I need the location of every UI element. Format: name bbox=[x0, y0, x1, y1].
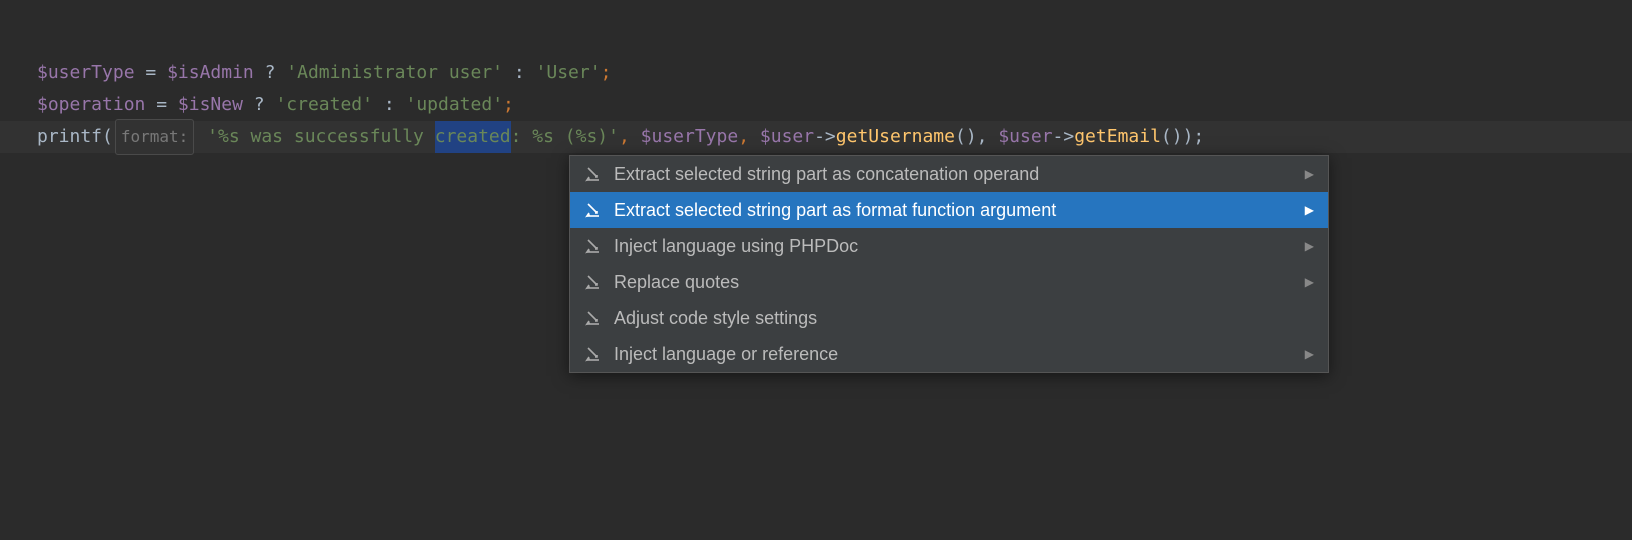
variable: $user bbox=[998, 121, 1052, 153]
arrow-operator: -> bbox=[814, 121, 836, 153]
variable: $userType bbox=[641, 121, 739, 153]
code-editor[interactable]: $userType = $isAdmin ? 'Administrator us… bbox=[0, 0, 1632, 153]
operator: = bbox=[135, 57, 168, 89]
submenu-arrow-icon: ▶ bbox=[1305, 275, 1314, 289]
variable: $isNew bbox=[178, 89, 243, 121]
string-literal: 'Administrator user' bbox=[286, 57, 503, 89]
operator: : bbox=[373, 89, 406, 121]
intention-action-label: Adjust code style settings bbox=[614, 308, 1314, 329]
submenu-arrow-icon: ▶ bbox=[1305, 239, 1314, 253]
intention-pencil-icon bbox=[584, 308, 604, 328]
paren: ( bbox=[102, 121, 113, 153]
intention-action-label: Inject language using PHPDoc bbox=[614, 236, 1285, 257]
method-name: getUsername bbox=[836, 121, 955, 153]
operator: ? bbox=[254, 57, 287, 89]
intention-pencil-icon bbox=[584, 236, 604, 256]
intention-action-label: Inject language or reference bbox=[614, 344, 1285, 365]
comma: , bbox=[619, 121, 641, 153]
code-line-2[interactable]: $operation = $isNew ? 'created' : 'updat… bbox=[0, 89, 1632, 121]
submenu-arrow-icon: ▶ bbox=[1305, 167, 1314, 181]
call-parens: (), bbox=[955, 121, 998, 153]
string-literal: : %s (%s)' bbox=[511, 121, 619, 153]
code-line-1[interactable]: $userType = $isAdmin ? 'Administrator us… bbox=[0, 57, 1632, 89]
intention-action-label: Extract selected string part as format f… bbox=[614, 200, 1285, 221]
semicolon: ; bbox=[503, 89, 514, 121]
intention-action-item[interactable]: Replace quotes ▶ bbox=[570, 264, 1328, 300]
intention-pencil-icon bbox=[584, 272, 604, 292]
intention-action-item[interactable]: Inject language using PHPDoc ▶ bbox=[570, 228, 1328, 264]
semicolon: ; bbox=[601, 57, 612, 89]
submenu-arrow-icon: ▶ bbox=[1305, 203, 1314, 217]
intention-action-label: Replace quotes bbox=[614, 272, 1285, 293]
intention-pencil-icon bbox=[584, 164, 604, 184]
variable: $userType bbox=[37, 57, 135, 89]
parameter-hint: format: bbox=[115, 119, 194, 155]
intention-action-label: Extract selected string part as concaten… bbox=[614, 164, 1285, 185]
intention-action-item[interactable]: Extract selected string part as concaten… bbox=[570, 156, 1328, 192]
operator: = bbox=[145, 89, 178, 121]
function-name: printf bbox=[37, 121, 102, 153]
operator: ? bbox=[243, 89, 276, 121]
string-literal: 'updated' bbox=[406, 89, 504, 121]
arrow-operator: -> bbox=[1053, 121, 1075, 153]
comma: , bbox=[738, 121, 760, 153]
intention-action-item[interactable]: Extract selected string part as format f… bbox=[570, 192, 1328, 228]
variable: $user bbox=[760, 121, 814, 153]
string-literal: '%s was successfully bbox=[207, 121, 435, 153]
string-literal: 'User' bbox=[536, 57, 601, 89]
variable: $isAdmin bbox=[167, 57, 254, 89]
code-line-3-active[interactable]: printf(format: '%s was successfully crea… bbox=[0, 121, 1632, 153]
variable: $operation bbox=[37, 89, 145, 121]
submenu-arrow-icon: ▶ bbox=[1305, 347, 1314, 361]
intention-action-item[interactable]: Adjust code style settings bbox=[570, 300, 1328, 336]
intention-pencil-icon bbox=[584, 200, 604, 220]
operator: : bbox=[503, 57, 536, 89]
method-name: getEmail bbox=[1074, 121, 1161, 153]
intention-action-item[interactable]: Inject language or reference ▶ bbox=[570, 336, 1328, 372]
selected-text[interactable]: created bbox=[435, 121, 511, 153]
string-literal: 'created' bbox=[275, 89, 373, 121]
call-parens: ()); bbox=[1161, 121, 1204, 153]
intention-actions-popup: Extract selected string part as concaten… bbox=[569, 155, 1329, 373]
intention-pencil-icon bbox=[584, 344, 604, 364]
